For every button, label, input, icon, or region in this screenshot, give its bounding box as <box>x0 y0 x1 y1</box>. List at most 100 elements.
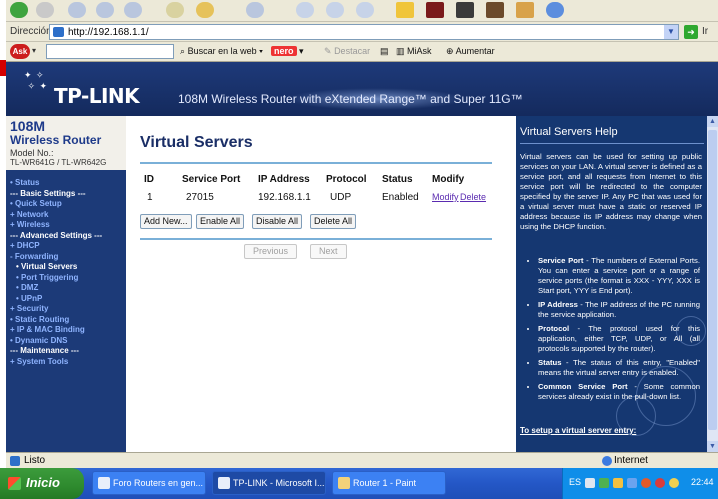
address-label: Dirección <box>10 26 52 37</box>
add-new-button[interactable]: Add New... <box>140 214 192 229</box>
tray-icon[interactable] <box>585 478 595 488</box>
ask-search-input[interactable] <box>46 44 174 59</box>
ie-icon <box>98 477 110 489</box>
taskbar-item-forum[interactable]: Foro Routers en gen... <box>92 471 206 495</box>
paint-icon <box>338 477 350 489</box>
notes-icon[interactable]: ▤ <box>380 46 389 57</box>
highlight-button[interactable]: ✎ Destacar <box>324 46 370 57</box>
speed-label: 108M <box>10 118 46 134</box>
banner-tagline: 108M Wireless Router with eXtended Range… <box>178 92 523 106</box>
start-button[interactable]: Inicio <box>0 468 84 499</box>
scroll-thumb[interactable] <box>708 130 717 430</box>
sidebar-item[interactable]: + IP & MAC Binding <box>6 325 126 336</box>
chevron-down-icon[interactable]: ▾ <box>32 46 36 55</box>
nero-button[interactable]: nero ▾ <box>271 46 304 57</box>
forward-icon[interactable] <box>36 2 54 18</box>
stop-icon[interactable] <box>68 2 86 18</box>
sidebar-item[interactable]: - Forwarding <box>6 252 126 263</box>
scroll-up-icon[interactable]: ▲ <box>707 116 718 127</box>
previous-button[interactable]: Previous <box>244 244 298 259</box>
network-icon[interactable] <box>627 478 637 488</box>
toolbar-app-icon-3[interactable] <box>486 2 504 18</box>
page-icon <box>53 27 64 37</box>
messenger-icon[interactable] <box>396 2 414 18</box>
help-term: Service Port <box>538 256 584 265</box>
column-header-ip-address: IP Address <box>258 174 310 185</box>
home-icon[interactable] <box>124 2 142 18</box>
search-icon[interactable] <box>166 2 184 18</box>
mail-icon[interactable] <box>296 2 314 18</box>
tray-icon[interactable] <box>613 478 623 488</box>
model-label: Model No.: <box>10 148 54 158</box>
help-footer: To setup a virtual server entry: <box>520 426 637 435</box>
sidebar-item[interactable]: + Wireless <box>6 220 126 231</box>
back-icon[interactable] <box>10 2 28 18</box>
column-header-status: Status <box>382 174 413 185</box>
clock: 22:44 <box>691 477 714 487</box>
delete-all-button[interactable]: Delete All <box>310 214 357 229</box>
taskbar-item-tplink[interactable]: TP-LINK - Microsoft I... <box>212 471 326 495</box>
zoom-button[interactable]: ⊕ Aumentar <box>446 46 495 57</box>
address-bar: Dirección http://192.168.1.1/ ▼ ➜ Ir <box>6 22 718 42</box>
search-web-button[interactable]: ⌕ Buscar en la web ▾ <box>180 46 263 57</box>
favorites-icon[interactable] <box>196 2 214 18</box>
title-divider <box>140 162 492 164</box>
edit-icon[interactable] <box>356 2 374 18</box>
toolbar-app-icon-5[interactable] <box>546 2 564 18</box>
address-url[interactable]: http://192.168.1.1/ <box>68 27 149 38</box>
tray-icon[interactable] <box>599 478 609 488</box>
toolbar-app-icon-2[interactable] <box>456 2 474 18</box>
sidebar-item[interactable]: + Security <box>6 304 126 315</box>
toolbar-app-icon-4[interactable] <box>516 2 534 18</box>
windows-logo-icon <box>8 477 21 490</box>
logo-sparkle-icon: ✦ ✧ ✧ ✦ <box>24 70 49 91</box>
sidebar-item[interactable]: + Network <box>6 210 126 221</box>
address-input[interactable]: http://192.168.1.1/ ▼ <box>49 24 679 40</box>
print-icon[interactable] <box>326 2 344 18</box>
chevron-down-icon[interactable]: ▼ <box>664 25 678 39</box>
system-tray: ES 22:44 <box>562 468 718 499</box>
next-button[interactable]: Next <box>310 244 347 259</box>
help-term: Status <box>538 358 562 367</box>
toolbar-app-icon-1[interactable] <box>426 2 444 18</box>
sidebar-item[interactable]: • Dynamic DNS <box>6 336 126 347</box>
sidebar-item[interactable]: • DMZ <box>6 283 126 294</box>
cell-id: 1 <box>147 192 153 203</box>
go-button[interactable]: Ir <box>702 26 708 37</box>
sidebar-item[interactable]: • Status <box>6 178 126 189</box>
disable-all-button[interactable]: Disable All <box>252 214 303 229</box>
column-header-modify: Modify <box>432 174 465 185</box>
column-header-id: ID <box>144 174 154 185</box>
language-indicator[interactable]: ES <box>569 477 581 487</box>
sidebar-item[interactable]: • Port Triggering <box>6 273 126 284</box>
security-zone: Internet <box>614 455 648 466</box>
miask-button[interactable]: ▥ MiAsk <box>396 46 432 57</box>
sidebar-item[interactable]: • Virtual Servers <box>6 262 126 273</box>
sidebar-item[interactable]: • UPnP <box>6 294 126 305</box>
tray-icon[interactable] <box>641 478 651 488</box>
tray-icon[interactable] <box>669 478 679 488</box>
sidebar-item[interactable]: • Quick Setup <box>6 199 126 210</box>
cell-ip-address: 192.168.1.1 <box>258 192 311 203</box>
sidebar-section-header: --- Basic Settings --- <box>10 188 86 198</box>
sidebar-item[interactable]: + System Tools <box>6 357 126 368</box>
router-sidebar: 108M Wireless Router Model No.: TL-WR641… <box>6 116 126 452</box>
delete-link[interactable]: Delete <box>460 192 486 202</box>
refresh-icon[interactable] <box>96 2 114 18</box>
ask-logo-icon[interactable]: Ask <box>10 44 30 59</box>
help-scrollbar[interactable]: ▲ ▼ <box>707 116 718 452</box>
scroll-down-icon[interactable]: ▼ <box>707 441 718 452</box>
cell-service-port: 27015 <box>186 192 214 203</box>
modify-link[interactable]: Modify <box>432 192 459 202</box>
sidebar-item[interactable]: + DHCP <box>6 241 126 252</box>
browser-toolbar <box>6 0 718 22</box>
enable-all-button[interactable]: Enable All <box>196 214 245 229</box>
help-panel: Virtual Servers Help Virtual servers can… <box>516 116 707 452</box>
tray-icon[interactable] <box>655 478 665 488</box>
history-icon[interactable] <box>246 2 264 18</box>
sidebar-item[interactable]: • Static Routing <box>6 315 126 326</box>
taskbar-item-paint[interactable]: Router 1 - Paint <box>332 471 446 495</box>
pencil-icon: ✎ <box>324 46 332 56</box>
model-value: TL-WR641G / TL-WR642G <box>10 158 107 167</box>
go-arrow-icon[interactable]: ➜ <box>684 25 698 39</box>
